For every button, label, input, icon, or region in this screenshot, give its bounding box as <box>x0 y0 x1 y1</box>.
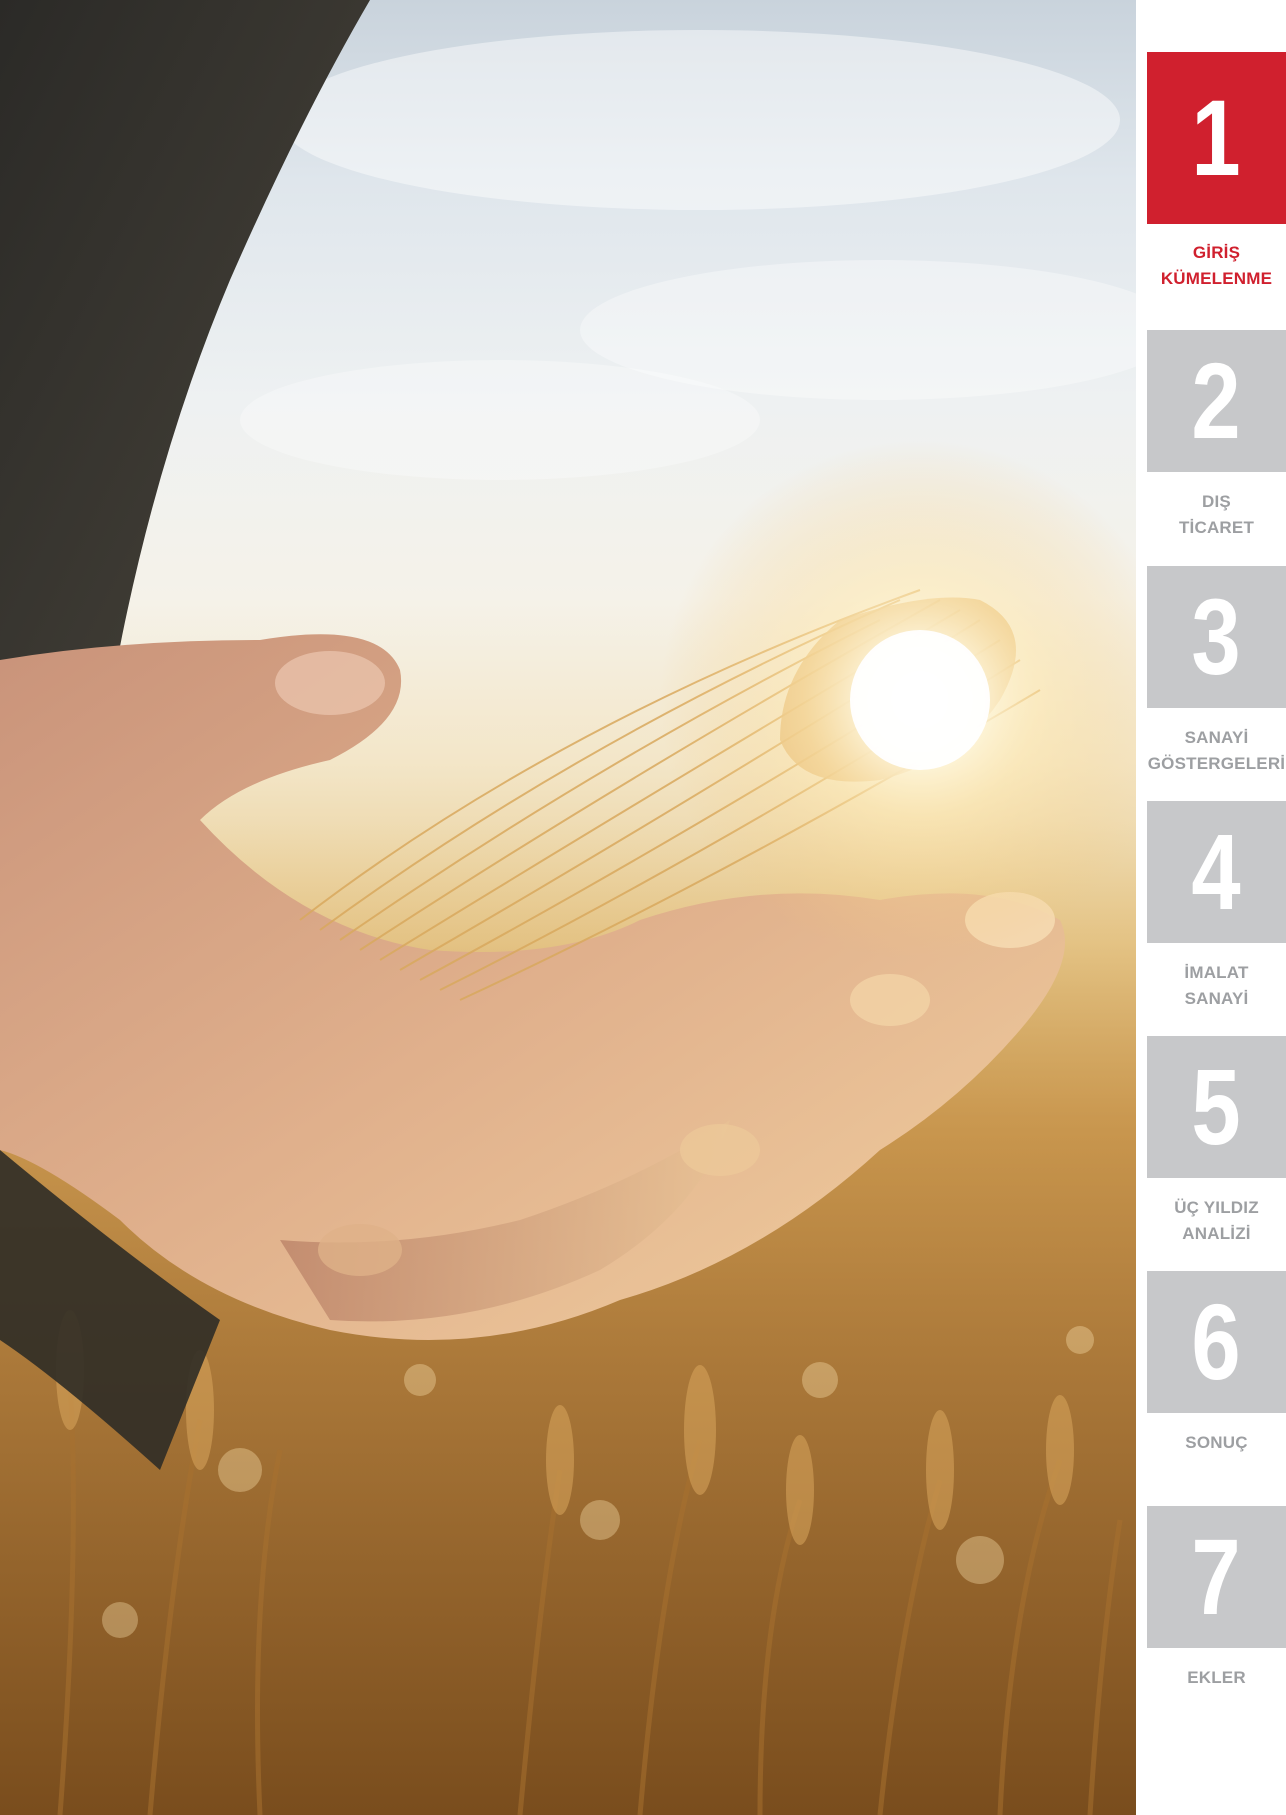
chapter-7-number: 7 <box>1191 1516 1242 1637</box>
chapter-7-label-line1: EKLER <box>1187 1668 1246 1687</box>
chapter-4-tab[interactable]: 4 İMALAT SANAYİ <box>1147 801 1286 1012</box>
chapter-navigation: 1 GİRİŞ KÜMELENME 2 DIŞ TİCARET 3 SANAYİ… <box>1136 0 1286 1815</box>
chapter-5-tab[interactable]: 5 ÜÇ YILDIZ ANALİZİ <box>1147 1036 1286 1247</box>
chapter-5-box[interactable]: 5 <box>1147 1036 1286 1178</box>
chapter-3-label-line1: SANAYİ <box>1184 728 1249 747</box>
chapter-3-box[interactable]: 3 <box>1147 566 1286 708</box>
chapter-1-tab[interactable]: 1 GİRİŞ KÜMELENME <box>1147 52 1286 292</box>
chapter-2-label-line1: DIŞ <box>1202 492 1231 511</box>
chapter-4-label: İMALAT SANAYİ <box>1147 960 1286 1012</box>
chapter-3-label-line2: GÖSTERGELERİ <box>1147 754 1286 773</box>
chapter-2-label: DIŞ TİCARET <box>1147 489 1286 541</box>
chapter-5-label-line2: ANALİZİ <box>1182 1224 1251 1243</box>
hands-with-wheat-illustration <box>0 0 1136 1815</box>
chapter-6-label: SONUÇ <box>1147 1430 1286 1456</box>
chapter-1-label-line1: GİRİŞ <box>1192 243 1241 262</box>
chapter-1-label: GİRİŞ KÜMELENME <box>1147 240 1286 292</box>
chapter-2-tab[interactable]: 2 DIŞ TİCARET <box>1147 330 1286 541</box>
chapter-6-tab[interactable]: 6 SONUÇ <box>1147 1271 1286 1456</box>
chapter-7-box[interactable]: 7 <box>1147 1506 1286 1648</box>
chapter-2-label-line2: TİCARET <box>1178 518 1255 537</box>
chapter-6-box[interactable]: 6 <box>1147 1271 1286 1413</box>
chapter-1-number: 1 <box>1191 77 1242 198</box>
chapter-5-label-line1: ÜÇ YILDIZ <box>1174 1198 1259 1217</box>
cover-photo <box>0 0 1136 1815</box>
chapter-5-number: 5 <box>1191 1046 1242 1167</box>
chapter-1-box[interactable]: 1 <box>1147 52 1286 224</box>
chapter-1-label-line2: KÜMELENME <box>1160 269 1273 288</box>
chapter-2-number: 2 <box>1191 340 1242 461</box>
chapter-7-tab[interactable]: 7 EKLER <box>1147 1506 1286 1691</box>
chapter-4-label-line2: SANAYİ <box>1184 989 1249 1008</box>
chapter-7-label: EKLER <box>1147 1665 1286 1691</box>
chapter-3-tab[interactable]: 3 SANAYİ GÖSTERGELERİ <box>1147 566 1286 777</box>
chapter-4-number: 4 <box>1191 811 1242 932</box>
chapter-5-label: ÜÇ YILDIZ ANALİZİ <box>1147 1195 1286 1247</box>
chapter-4-label-line1: İMALAT <box>1184 963 1249 982</box>
chapter-3-label: SANAYİ GÖSTERGELERİ <box>1147 725 1286 777</box>
chapter-6-label-line1: SONUÇ <box>1185 1433 1248 1452</box>
chapter-6-number: 6 <box>1191 1281 1242 1402</box>
chapter-3-number: 3 <box>1191 576 1242 697</box>
chapter-4-box[interactable]: 4 <box>1147 801 1286 943</box>
chapter-2-box[interactable]: 2 <box>1147 330 1286 472</box>
